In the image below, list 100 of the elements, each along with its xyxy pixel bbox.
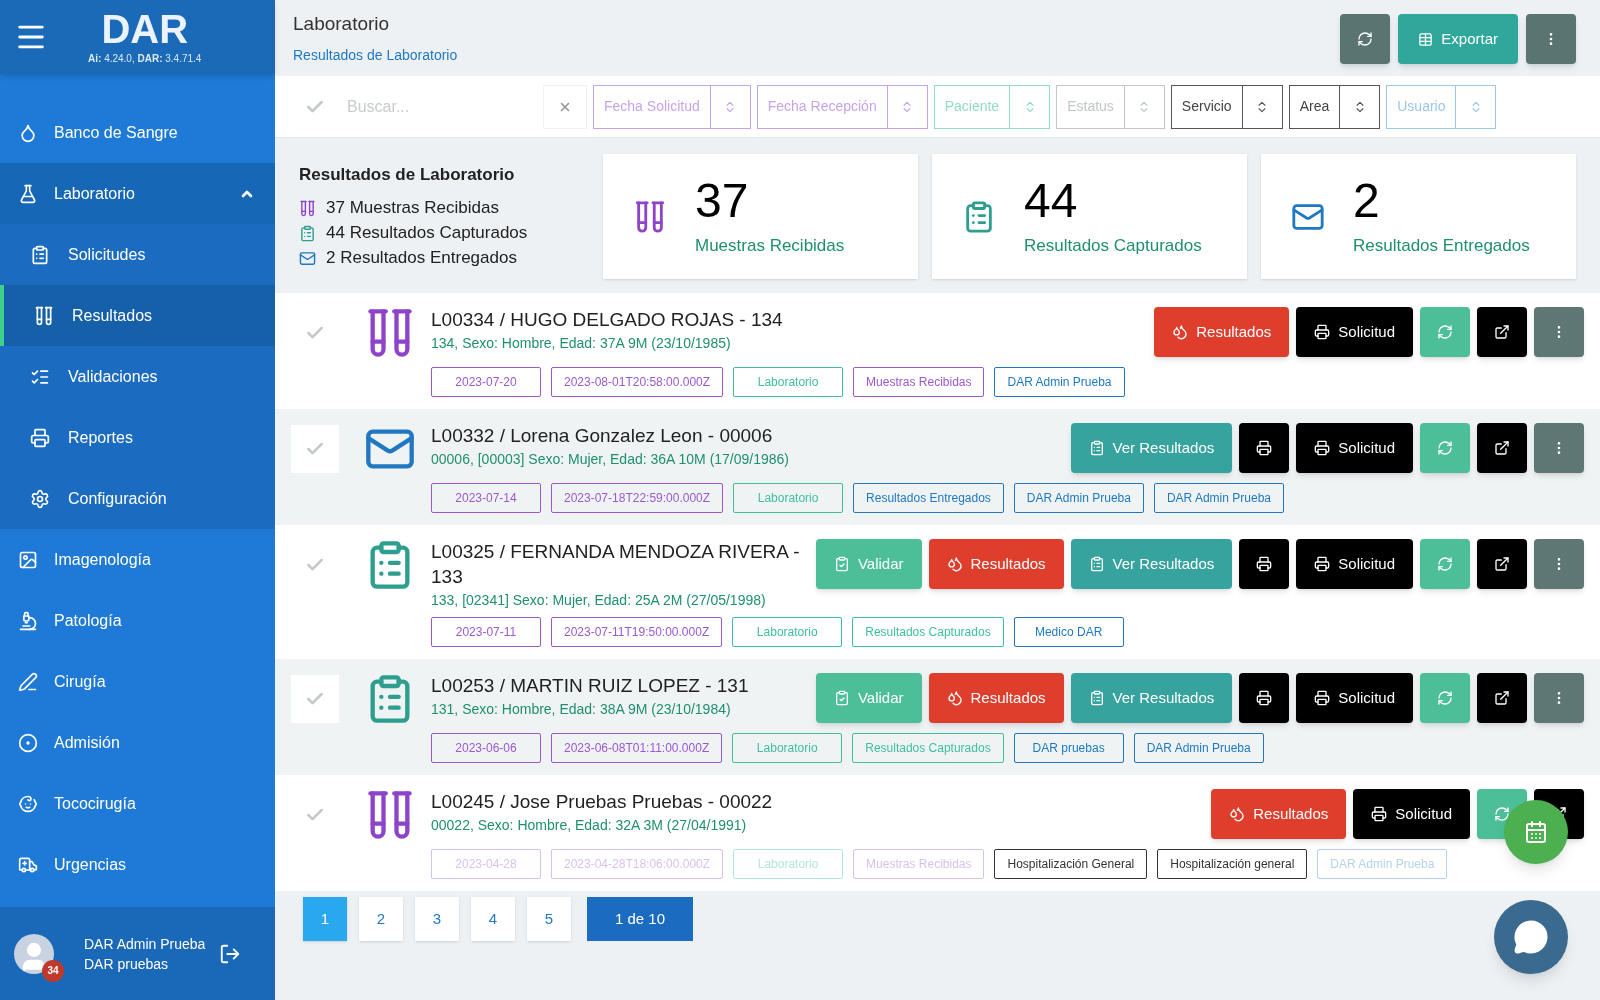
stat-label: Resultados Capturados [1024,234,1202,257]
sidebar-item[interactable]: Reportes [0,407,275,468]
sidebar-item[interactable]: Resultados [0,285,275,346]
refresh-icon [1357,31,1374,47]
settings-icon [30,488,50,509]
summary-title: Resultados de Laboratorio [299,164,516,186]
tag: 2023-06-06 [431,733,541,763]
sidebar-item[interactable]: Admisión [0,712,275,773]
request-button[interactable]: Solicitud [1353,789,1470,839]
page-title: Laboratorio [293,12,391,36]
clipboard-icon [30,244,50,265]
more-button[interactable] [1534,307,1584,357]
external-link-icon [1494,324,1510,340]
refresh-button[interactable] [1420,307,1470,357]
more-button[interactable] [1534,673,1584,723]
results-button[interactable]: Resultados [928,539,1064,589]
view-results-button[interactable]: Ver Resultados [1070,673,1233,723]
printer-icon [1314,690,1331,706]
user-group: DAR pruebas [84,953,206,974]
page-button[interactable]: 2 [359,897,403,941]
tag: DAR pruebas [1013,733,1124,763]
test-tubes-icon [299,199,316,217]
page-button[interactable]: 5 [527,897,571,941]
filter-select[interactable]: Servicio [1170,84,1283,129]
validate-button[interactable]: Validar [815,539,922,589]
request-button[interactable]: Solicitud [1296,673,1413,723]
sidebar-item[interactable]: Urgencias [0,834,275,895]
clipboard-check-icon [833,556,850,572]
print-button[interactable] [1239,539,1290,589]
open-button[interactable] [1477,673,1527,723]
print-button[interactable] [1239,673,1290,723]
tag: DAR Admin Prueba [1317,849,1448,879]
tag: 2023-07-18T22:59:00.000Z [551,483,724,513]
summary-line: 44 Resultados Capturados [326,222,528,245]
stat-label: Muestras Recibidas [695,234,845,257]
tag: Muestras Recibidas [853,849,985,879]
refresh-button[interactable] [1420,423,1470,473]
open-button[interactable] [1477,423,1527,473]
printer-icon [1256,690,1273,706]
tag: 2023-07-11T19:50:00.000Z [551,617,723,647]
sidebar-item[interactable]: Configuración [0,468,275,529]
sidebar-item[interactable]: Tococirugía [0,773,275,834]
record-title: L00334 / HUGO DELGADO ROJAS - 134 [431,308,784,332]
breadcrumb-link[interactable]: Resultados de Laboratorio [293,44,458,66]
chat-button[interactable] [1494,900,1568,974]
record-title: L00245 / Jose Pruebas Pruebas - 00022 [431,790,774,814]
sidebar-item[interactable]: Imagenología [0,529,275,590]
sidebar-item[interactable]: Cirugía [0,651,275,712]
tag: DAR Admin Prueba [994,367,1125,397]
clipboard-icon [1088,556,1105,572]
refresh-button[interactable] [1340,14,1391,64]
tag: 2023-06-08T01:11:00.000Z [551,733,723,763]
tag: 2023-04-28 [431,849,541,879]
stat-label: Resultados Entregados [1353,234,1530,257]
refresh-icon [1437,324,1453,340]
request-button[interactable]: Solicitud [1296,423,1413,473]
refresh-button[interactable] [1420,539,1470,589]
view-results-button[interactable]: Ver Resultados [1070,423,1233,473]
page-button[interactable]: 1 [303,897,347,941]
calendar-icon [1524,820,1548,844]
drops-icon [1172,324,1189,340]
sidebar-item[interactable]: Solicitudes [0,224,275,285]
tag: 2023-07-14 [431,483,541,513]
flask-icon [18,183,38,204]
tag: Muestras Recibidas [853,367,985,397]
refresh-icon [1437,690,1453,706]
validate-button[interactable]: Validar [815,673,922,723]
print-button[interactable] [1239,423,1290,473]
more-button[interactable] [1526,14,1576,64]
sidebar-item[interactable]: Banco de Sangre [0,102,275,163]
more-button[interactable] [1534,539,1584,589]
summary-line: 37 Muestras Recibidas [326,197,499,220]
results-button[interactable]: Resultados [1211,789,1347,839]
view-results-button[interactable]: Ver Resultados [1070,539,1233,589]
open-button[interactable] [1477,539,1527,589]
sidebar-item[interactable]: Laboratorio [0,163,275,224]
refresh-button[interactable] [1420,673,1470,723]
logout-icon[interactable] [219,942,241,965]
results-button[interactable]: Resultados [1154,307,1290,357]
results-button[interactable]: Resultados [928,673,1064,723]
page-button[interactable]: 3 [415,897,459,941]
clear-button[interactable] [543,84,587,129]
request-button[interactable]: Solicitud [1296,539,1413,589]
open-button[interactable] [1477,307,1527,357]
patient-details: 00022, Sexo: Hombre, Edad: 32A 3M (27/04/1991) [431,816,748,834]
more-button[interactable] [1534,423,1584,473]
notification-badge: 34 [42,959,64,982]
tag: 2023-07-20 [431,367,541,397]
page-button[interactable]: 4 [471,897,515,941]
external-link-icon [1494,556,1510,572]
request-button[interactable]: Solicitud [1296,307,1413,357]
tag: Laboratorio [733,367,844,397]
filter-select[interactable]: Area [1288,84,1381,129]
sidebar-item[interactable]: Patología [0,590,275,651]
tag: Resultados Capturados [852,617,1004,647]
export-button[interactable]: Exportar [1398,14,1518,64]
tag: Laboratorio [733,483,844,513]
envelope-icon [299,249,316,267]
sidebar-item[interactable]: Validaciones [0,346,275,407]
refresh-icon [1437,440,1453,456]
